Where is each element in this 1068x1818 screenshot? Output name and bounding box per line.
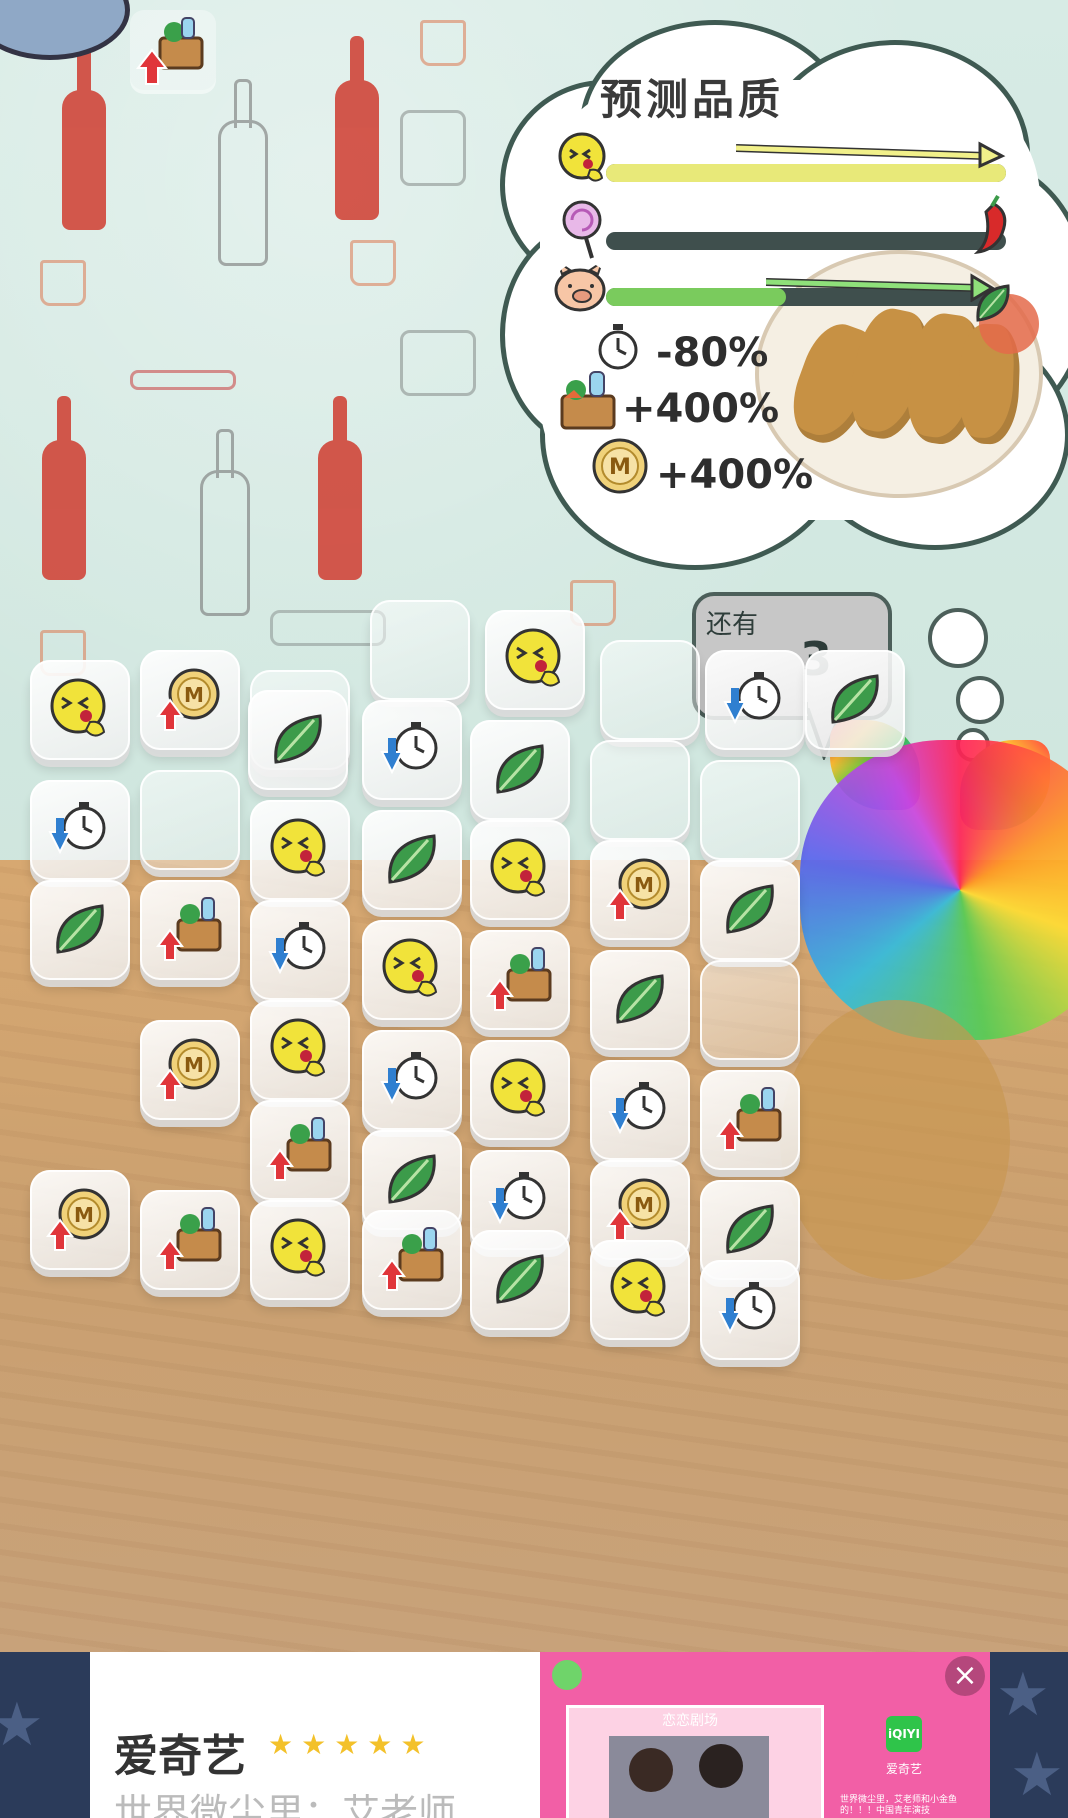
empty-tile xyxy=(370,600,470,700)
star-decoration: ★ xyxy=(996,1660,1050,1730)
timer-down-icon xyxy=(380,722,438,775)
tile-timer-down[interactable] xyxy=(30,780,130,880)
tile-leaf[interactable] xyxy=(470,1230,570,1330)
ad-app-name: 爱奇艺 xyxy=(114,1731,246,1782)
tile-leaf[interactable] xyxy=(248,690,348,790)
timer-down-icon xyxy=(268,922,326,975)
ad-subtitle: 世界微尘里：艾老师 xyxy=(114,1791,457,1818)
svg-text:M: M xyxy=(184,1053,204,1077)
basket-up-icon xyxy=(266,1117,332,1181)
yummy-face-icon xyxy=(505,628,561,687)
coin-up-icon: M xyxy=(46,1188,110,1251)
tile-timer-down[interactable] xyxy=(590,1060,690,1160)
svg-text:M: M xyxy=(634,873,654,897)
coin-up-icon: M xyxy=(156,1038,220,1101)
ad-green-dot xyxy=(552,1660,582,1690)
coin-up-icon: M xyxy=(606,1178,670,1241)
ad-rating-stars: ★★★★★ xyxy=(268,1728,434,1761)
yummy-face-icon xyxy=(270,1018,326,1077)
tile-leaf[interactable] xyxy=(700,860,800,960)
leaf-icon xyxy=(616,974,664,1024)
tile-leaf[interactable] xyxy=(30,880,130,980)
tile-yummy-face[interactable] xyxy=(250,1200,350,1300)
tile-timer-down[interactable] xyxy=(362,700,462,800)
timer-down-icon xyxy=(718,1282,776,1335)
svg-text:M: M xyxy=(184,683,204,707)
svg-text:M: M xyxy=(634,1193,654,1217)
tile-basket-up[interactable] xyxy=(470,930,570,1030)
timer-down-icon xyxy=(723,672,781,725)
tile-leaf[interactable] xyxy=(590,950,690,1050)
coin-up-icon: M xyxy=(606,858,670,921)
yummy-face-icon xyxy=(270,1218,326,1277)
leaf-icon xyxy=(831,674,879,724)
tile-coin-up[interactable]: M xyxy=(30,1170,130,1270)
yummy-face-icon xyxy=(490,1058,546,1117)
empty-tile xyxy=(140,770,240,870)
tile-yummy-face[interactable] xyxy=(470,1040,570,1140)
match-tile-board: M M M M M xyxy=(0,0,1068,1818)
tile-yummy-face[interactable] xyxy=(250,800,350,900)
tile-yummy-face[interactable] xyxy=(250,1000,350,1100)
yummy-face-icon xyxy=(490,838,546,897)
timer-down-icon xyxy=(48,802,106,855)
tile-basket-up[interactable] xyxy=(250,1100,350,1200)
iqiyi-logo-icon: iQIYI xyxy=(886,1716,922,1752)
empty-tile xyxy=(590,740,690,840)
yummy-face-icon xyxy=(270,818,326,877)
tile-leaf[interactable] xyxy=(805,650,905,750)
game-scene: 预测品质 -80% +400% M +400% 还有 M M M M M ★ ★… xyxy=(0,0,1068,1818)
star-decoration: ★ xyxy=(1010,1740,1064,1810)
empty-tile xyxy=(600,640,700,740)
leaf-icon xyxy=(274,714,322,764)
tile-basket-up[interactable] xyxy=(140,1190,240,1290)
svg-text:M: M xyxy=(74,1203,94,1227)
leaf-icon xyxy=(496,744,544,794)
tile-leaf[interactable] xyxy=(470,720,570,820)
tile-timer-down[interactable] xyxy=(705,650,805,750)
tile-yummy-face[interactable] xyxy=(590,1240,690,1340)
basket-up-icon xyxy=(486,947,552,1011)
leaf-icon xyxy=(726,1204,774,1254)
tile-basket-up[interactable] xyxy=(362,1210,462,1310)
tile-timer-down[interactable] xyxy=(700,1260,800,1360)
tile-basket-up[interactable] xyxy=(140,880,240,980)
ad-close-button[interactable]: × xyxy=(945,1656,985,1696)
empty-tile xyxy=(700,960,800,1060)
tile-yummy-face[interactable] xyxy=(30,660,130,760)
tile-coin-up[interactable]: M xyxy=(590,840,690,940)
ad-fine-print: 世界微尘里，艾老师和小金鱼的！！！中国青年演技 xyxy=(840,1795,958,1816)
yummy-face-icon xyxy=(382,938,438,997)
basket-up-icon xyxy=(156,1207,222,1271)
leaf-icon xyxy=(388,834,436,884)
basket-up-icon xyxy=(378,1227,444,1291)
tile-coin-up[interactable]: M xyxy=(140,1020,240,1120)
basket-up-icon xyxy=(156,897,222,961)
timer-down-icon xyxy=(380,1052,438,1105)
yummy-face-icon xyxy=(610,1258,666,1317)
tile-timer-down[interactable] xyxy=(362,1030,462,1130)
tile-coin-up[interactable]: M xyxy=(140,650,240,750)
tile-yummy-face[interactable] xyxy=(470,820,570,920)
leaf-icon xyxy=(388,1154,436,1204)
ad-screenshot-label: 恋恋剧场 xyxy=(662,1713,718,1729)
empty-tile xyxy=(700,760,800,860)
tile-timer-down[interactable] xyxy=(250,900,350,1000)
iqiyi-label: 爱奇艺 xyxy=(886,1762,923,1776)
leaf-icon xyxy=(496,1254,544,1304)
basket-up-icon xyxy=(716,1087,782,1151)
timer-down-icon xyxy=(608,1082,666,1135)
timer-down-icon xyxy=(488,1172,546,1225)
tile-basket-up[interactable] xyxy=(700,1070,800,1170)
leaf-icon xyxy=(56,904,104,954)
leaf-icon xyxy=(726,884,774,934)
coin-up-icon: M xyxy=(156,668,220,731)
tile-yummy-face[interactable] xyxy=(362,920,462,1020)
tile-yummy-face[interactable] xyxy=(485,610,585,710)
yummy-face-icon xyxy=(50,678,106,737)
star-decoration: ★ xyxy=(0,1690,44,1760)
tile-leaf[interactable] xyxy=(362,810,462,910)
